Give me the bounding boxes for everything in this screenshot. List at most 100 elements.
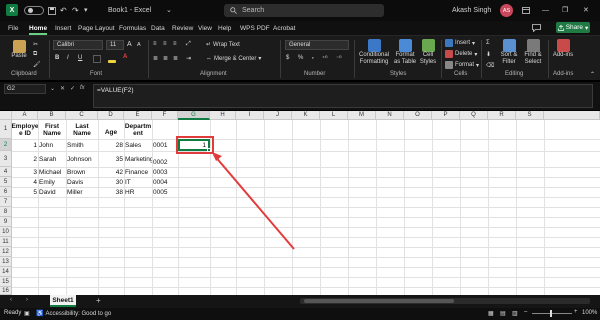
fill-icon[interactable]: ⬇ [486, 51, 491, 58]
copy-icon[interactable]: ⧉ [33, 51, 37, 58]
name-box[interactable]: G2 [4, 84, 46, 94]
align-right-icon[interactable]: ≣ [173, 55, 178, 62]
zoom-out-button[interactable]: – [524, 309, 527, 315]
underline-button[interactable]: U [78, 55, 82, 61]
align-top-icon[interactable]: ≡ [153, 41, 157, 47]
borders-icon[interactable] [93, 55, 101, 63]
accounting-icon[interactable]: $ [286, 55, 289, 61]
format-cells-button[interactable]: Format ▾ [445, 61, 479, 69]
prev-sheet-icon[interactable]: ‹ [10, 297, 12, 303]
merge-center-button[interactable]: ⇔ Merge & Center ▾ [206, 55, 261, 63]
add-sheet-button[interactable]: + [96, 296, 101, 305]
ribbon-display-icon[interactable] [522, 5, 530, 15]
wrap-text-label: Wrap Text [213, 41, 240, 48]
accessibility-status[interactable]: ♿ Accessibility: Good to go [36, 310, 111, 318]
page-break-view-icon[interactable]: ▥ [512, 310, 518, 317]
share-button[interactable]: Share ▾ [556, 22, 590, 33]
format-painter-icon[interactable]: 🖌 [33, 61, 41, 68]
next-sheet-icon[interactable]: › [26, 297, 28, 303]
bold-button[interactable]: B [55, 55, 59, 61]
normal-view-icon[interactable]: ▦ [488, 310, 494, 317]
format-as-table-button[interactable]: Format as Table [392, 39, 418, 66]
tab-page-layout[interactable]: Page Layout [78, 21, 115, 35]
sort-filter-button[interactable]: Sort & Filter [498, 39, 520, 66]
decrease-decimal-icon[interactable]: ⁻⁰ [336, 55, 342, 62]
orientation-icon[interactable]: ⤢ [186, 41, 191, 48]
find-select-button[interactable]: Find & Select [522, 39, 544, 66]
tab-review[interactable]: Review [172, 21, 193, 35]
tab-formulas[interactable]: Formulas [119, 21, 146, 35]
comma-button[interactable]: , [312, 54, 314, 60]
horizontal-scrollbar[interactable] [300, 298, 590, 304]
group-separator [441, 40, 442, 78]
font-size-select[interactable]: 11 [106, 40, 124, 50]
status-bar: Ready ▣ ♿ Accessibility: Good to go ▦ ▤ … [0, 308, 600, 320]
sheet-tab-sheet1[interactable]: Sheet1 [50, 295, 76, 307]
add-ins-button[interactable]: Add-ins [552, 39, 574, 59]
redo-icon[interactable]: ↷ [72, 5, 79, 15]
delete-cells-button[interactable]: Delete ▾ [445, 50, 477, 58]
insert-cells-button[interactable]: Insert ▾ [445, 39, 475, 47]
cancel-entry-icon[interactable]: ✕ [60, 85, 65, 92]
increase-decimal-icon[interactable]: ⁺⁰ [322, 55, 328, 62]
zoom-in-button[interactable]: + [574, 309, 578, 315]
collapse-ribbon-icon[interactable]: ⌃ [590, 71, 595, 78]
autosave-toggle[interactable] [24, 6, 44, 15]
zoom-level[interactable]: 100% [582, 310, 597, 316]
cell-styles-icon [421, 39, 435, 52]
close-button[interactable]: ✕ [583, 5, 589, 15]
group-separator [481, 40, 482, 78]
avatar[interactable]: AS [500, 4, 513, 17]
font-name-select[interactable]: Calibri [53, 40, 103, 50]
customize-toolbar-icon[interactable]: ▾ [84, 5, 88, 15]
fill-color-icon[interactable] [108, 55, 116, 63]
wrap-text-button[interactable]: ↵ Wrap Text [206, 41, 240, 49]
confirm-entry-icon[interactable]: ✓ [70, 85, 75, 92]
save-icon[interactable] [48, 6, 56, 15]
shrink-font-button[interactable]: A [137, 42, 141, 48]
maximize-button[interactable]: ❐ [562, 5, 568, 15]
cell-styles-button[interactable]: Cell Styles [418, 39, 438, 66]
title-dropdown-icon[interactable]: ⌄ [166, 5, 172, 15]
indent-icon[interactable]: ⇥ [186, 55, 191, 62]
merge-center-label: Merge & Center [214, 55, 257, 62]
tab-file[interactable]: File [8, 21, 18, 35]
grow-font-button[interactable]: A [127, 41, 132, 48]
tab-acrobat[interactable]: Acrobat [273, 21, 295, 35]
align-middle-icon[interactable]: ≡ [163, 41, 167, 47]
user-name: Akash Singh [452, 6, 492, 14]
zoom-slider[interactable] [532, 310, 572, 317]
paste-icon [12, 40, 26, 53]
undo-icon[interactable]: ↶ [60, 5, 67, 15]
spreadsheet-grid[interactable]: A B C D E F G H I J K L M N O P Q R S 1 … [0, 111, 600, 295]
autosum-icon[interactable]: Σ [486, 40, 490, 46]
tab-data[interactable]: Data [151, 21, 165, 35]
add-ins-label: Add-ins [552, 52, 574, 58]
align-center-icon[interactable]: ≣ [163, 55, 168, 62]
scrollbar-thumb[interactable] [304, 299, 454, 303]
tab-view[interactable]: View [198, 21, 212, 35]
tab-wps-pdf[interactable]: WPS PDF [240, 21, 270, 35]
minimize-button[interactable]: — [542, 5, 549, 15]
tab-insert[interactable]: Insert [55, 21, 71, 35]
clear-icon[interactable]: ⌫ [486, 62, 494, 69]
page-layout-view-icon[interactable]: ▤ [500, 310, 506, 317]
cut-icon[interactable]: ✂ [33, 41, 38, 48]
italic-button[interactable]: I [67, 55, 69, 61]
tab-help[interactable]: Help [218, 21, 231, 35]
insert-function-button[interactable]: fx [80, 85, 85, 91]
align-left-icon[interactable]: ≣ [153, 55, 158, 62]
name-box-dropdown-icon[interactable]: ⌄ [50, 85, 55, 92]
zoom-slider-thumb[interactable] [550, 310, 552, 317]
formula-input[interactable]: =VALUE(F2) [93, 84, 593, 108]
search-box[interactable]: Search [224, 4, 384, 17]
percent-button[interactable]: % [298, 55, 303, 61]
macro-record-icon[interactable]: ▣ [24, 310, 30, 317]
paste-button[interactable]: Paste [8, 40, 30, 60]
comments-icon[interactable] [532, 23, 541, 33]
font-color-button[interactable]: A [123, 54, 127, 60]
number-format-select[interactable]: General [285, 40, 349, 50]
excel-logo-icon: X [6, 4, 18, 16]
conditional-formatting-button[interactable]: Conditional Formatting [357, 39, 391, 66]
align-bottom-icon[interactable]: ≡ [173, 41, 177, 47]
